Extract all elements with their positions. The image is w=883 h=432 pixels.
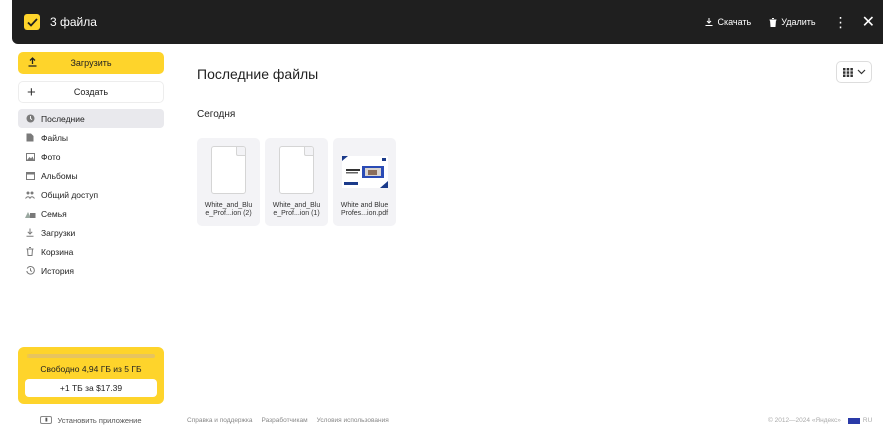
trash-icon xyxy=(24,247,36,257)
sidebar-item-history[interactable]: История xyxy=(18,261,164,280)
create-label: Создать xyxy=(73,87,109,97)
sidebar-item-label: Семья xyxy=(41,208,67,219)
sidebar-item-recent[interactable]: Последние xyxy=(18,109,164,128)
sidebar-item-family[interactable]: Семья xyxy=(18,204,164,223)
sidebar-item-label: Файлы xyxy=(41,132,69,143)
file-name: White and Blue Profes...ion.pdf xyxy=(340,202,389,217)
sidebar-item-label: Последние xyxy=(41,113,85,124)
footer-links: Справка и поддержка Разработчикам Услови… xyxy=(187,417,398,424)
sidebar-item-files[interactable]: Файлы xyxy=(18,128,164,147)
main-content: Последние файлы Сегодня White_and_Blu e_P… xyxy=(176,44,883,432)
file-item[interactable]: White_and_Blu e_Prof...ion (1) xyxy=(265,138,328,226)
upgrade-storage-button[interactable]: +1 ТБ за $17.39 xyxy=(25,379,157,397)
plus-icon: + xyxy=(27,84,36,101)
checkmark-icon xyxy=(26,17,38,27)
delete-label: Удалить xyxy=(781,17,816,27)
albums-icon xyxy=(24,171,36,181)
delete-button[interactable]: Удалить xyxy=(769,17,816,27)
family-icon xyxy=(24,209,36,219)
install-app-label: Установить приложение xyxy=(57,415,142,425)
shared-icon xyxy=(24,190,36,200)
document-icon xyxy=(211,146,246,194)
view-mode-button[interactable] xyxy=(836,61,872,83)
sidebar: Загрузить + Создать Последние Файлы Фото… xyxy=(18,52,168,432)
language-switch[interactable]: RU xyxy=(863,417,872,424)
file-name: White_and_Blu e_Prof...ion (2) xyxy=(204,202,253,217)
clock-icon xyxy=(24,114,36,124)
selection-count: 3 файла xyxy=(50,15,97,29)
developers-link[interactable]: Разработчикам xyxy=(262,417,308,424)
selection-toolbar: 3 файла Скачать Удалить ⋮ ✕ xyxy=(12,0,883,44)
flag-icon xyxy=(847,417,860,424)
upload-icon xyxy=(28,57,37,67)
more-icon[interactable]: ⋮ xyxy=(834,14,848,31)
file-icon xyxy=(24,133,36,143)
page-title: Последние файлы xyxy=(197,66,319,82)
sidebar-item-label: Загрузки xyxy=(41,227,76,238)
copyright: © 2012—2024 «Яндекс» RU xyxy=(768,417,872,424)
upload-button[interactable]: Загрузить xyxy=(18,52,164,74)
sidebar-item-albums[interactable]: Альбомы xyxy=(18,166,164,185)
close-icon[interactable]: ✕ xyxy=(862,12,875,32)
sidebar-item-label: История xyxy=(41,265,74,276)
app-root: 3 файла Скачать Удалить ⋮ ✕ Загрузить + … xyxy=(0,0,883,432)
grid-icon xyxy=(842,67,853,77)
sidebar-item-photo[interactable]: Фото xyxy=(18,147,164,166)
file-name: White_and_Blu e_Prof...ion (1) xyxy=(272,202,321,217)
copyright-text: © 2012—2024 «Яндекс» xyxy=(768,417,841,424)
install-app-link[interactable]: ▮ Установить приложение xyxy=(18,412,164,428)
file-grid: White_and_Blu e_Prof...ion (2) White_and_… xyxy=(197,138,401,226)
downloads-icon xyxy=(24,228,36,238)
file-item[interactable]: White and Blue Profes...ion.pdf xyxy=(333,138,396,226)
terms-link[interactable]: Условия использования xyxy=(317,417,389,424)
storage-widget: Свободно 4,94 ГБ из 5 ГБ +1 ТБ за $17.39 xyxy=(18,347,164,404)
download-icon xyxy=(705,18,713,26)
sidebar-item-label: Фото xyxy=(41,151,61,162)
storage-text: Свободно 4,94 ГБ из 5 ГБ xyxy=(40,364,142,374)
toolbar-actions: Скачать Удалить ⋮ ✕ xyxy=(705,0,883,44)
desktop-app-icon: ▮ xyxy=(40,416,53,424)
pdf-thumbnail xyxy=(342,156,388,188)
sidebar-item-label: Корзина xyxy=(41,246,74,257)
photo-icon xyxy=(24,152,36,162)
sidebar-nav: Последние Файлы Фото Альбомы Общий досту… xyxy=(18,109,168,280)
file-item[interactable]: White_and_Blu e_Prof...ion (2) xyxy=(197,138,260,226)
download-button[interactable]: Скачать xyxy=(705,17,751,27)
trash-icon xyxy=(769,17,777,27)
sidebar-item-trash[interactable]: Корзина xyxy=(18,242,164,261)
document-icon xyxy=(279,146,314,194)
download-label: Скачать xyxy=(717,17,752,27)
history-icon xyxy=(24,266,36,276)
select-all-checkbox[interactable] xyxy=(24,14,40,30)
sidebar-item-label: Альбомы xyxy=(41,170,78,181)
chevron-down-icon xyxy=(857,69,865,75)
upload-label: Загрузить xyxy=(70,58,112,68)
section-title: Сегодня xyxy=(197,109,236,120)
help-link[interactable]: Справка и поддержка xyxy=(187,417,253,424)
sidebar-item-label: Общий доступ xyxy=(41,189,99,200)
storage-progress-fill xyxy=(27,354,29,358)
sidebar-item-shared[interactable]: Общий доступ xyxy=(18,185,164,204)
storage-progress-bar xyxy=(27,354,155,358)
create-button[interactable]: + Создать xyxy=(18,81,164,103)
sidebar-item-downloads[interactable]: Загрузки xyxy=(18,223,164,242)
